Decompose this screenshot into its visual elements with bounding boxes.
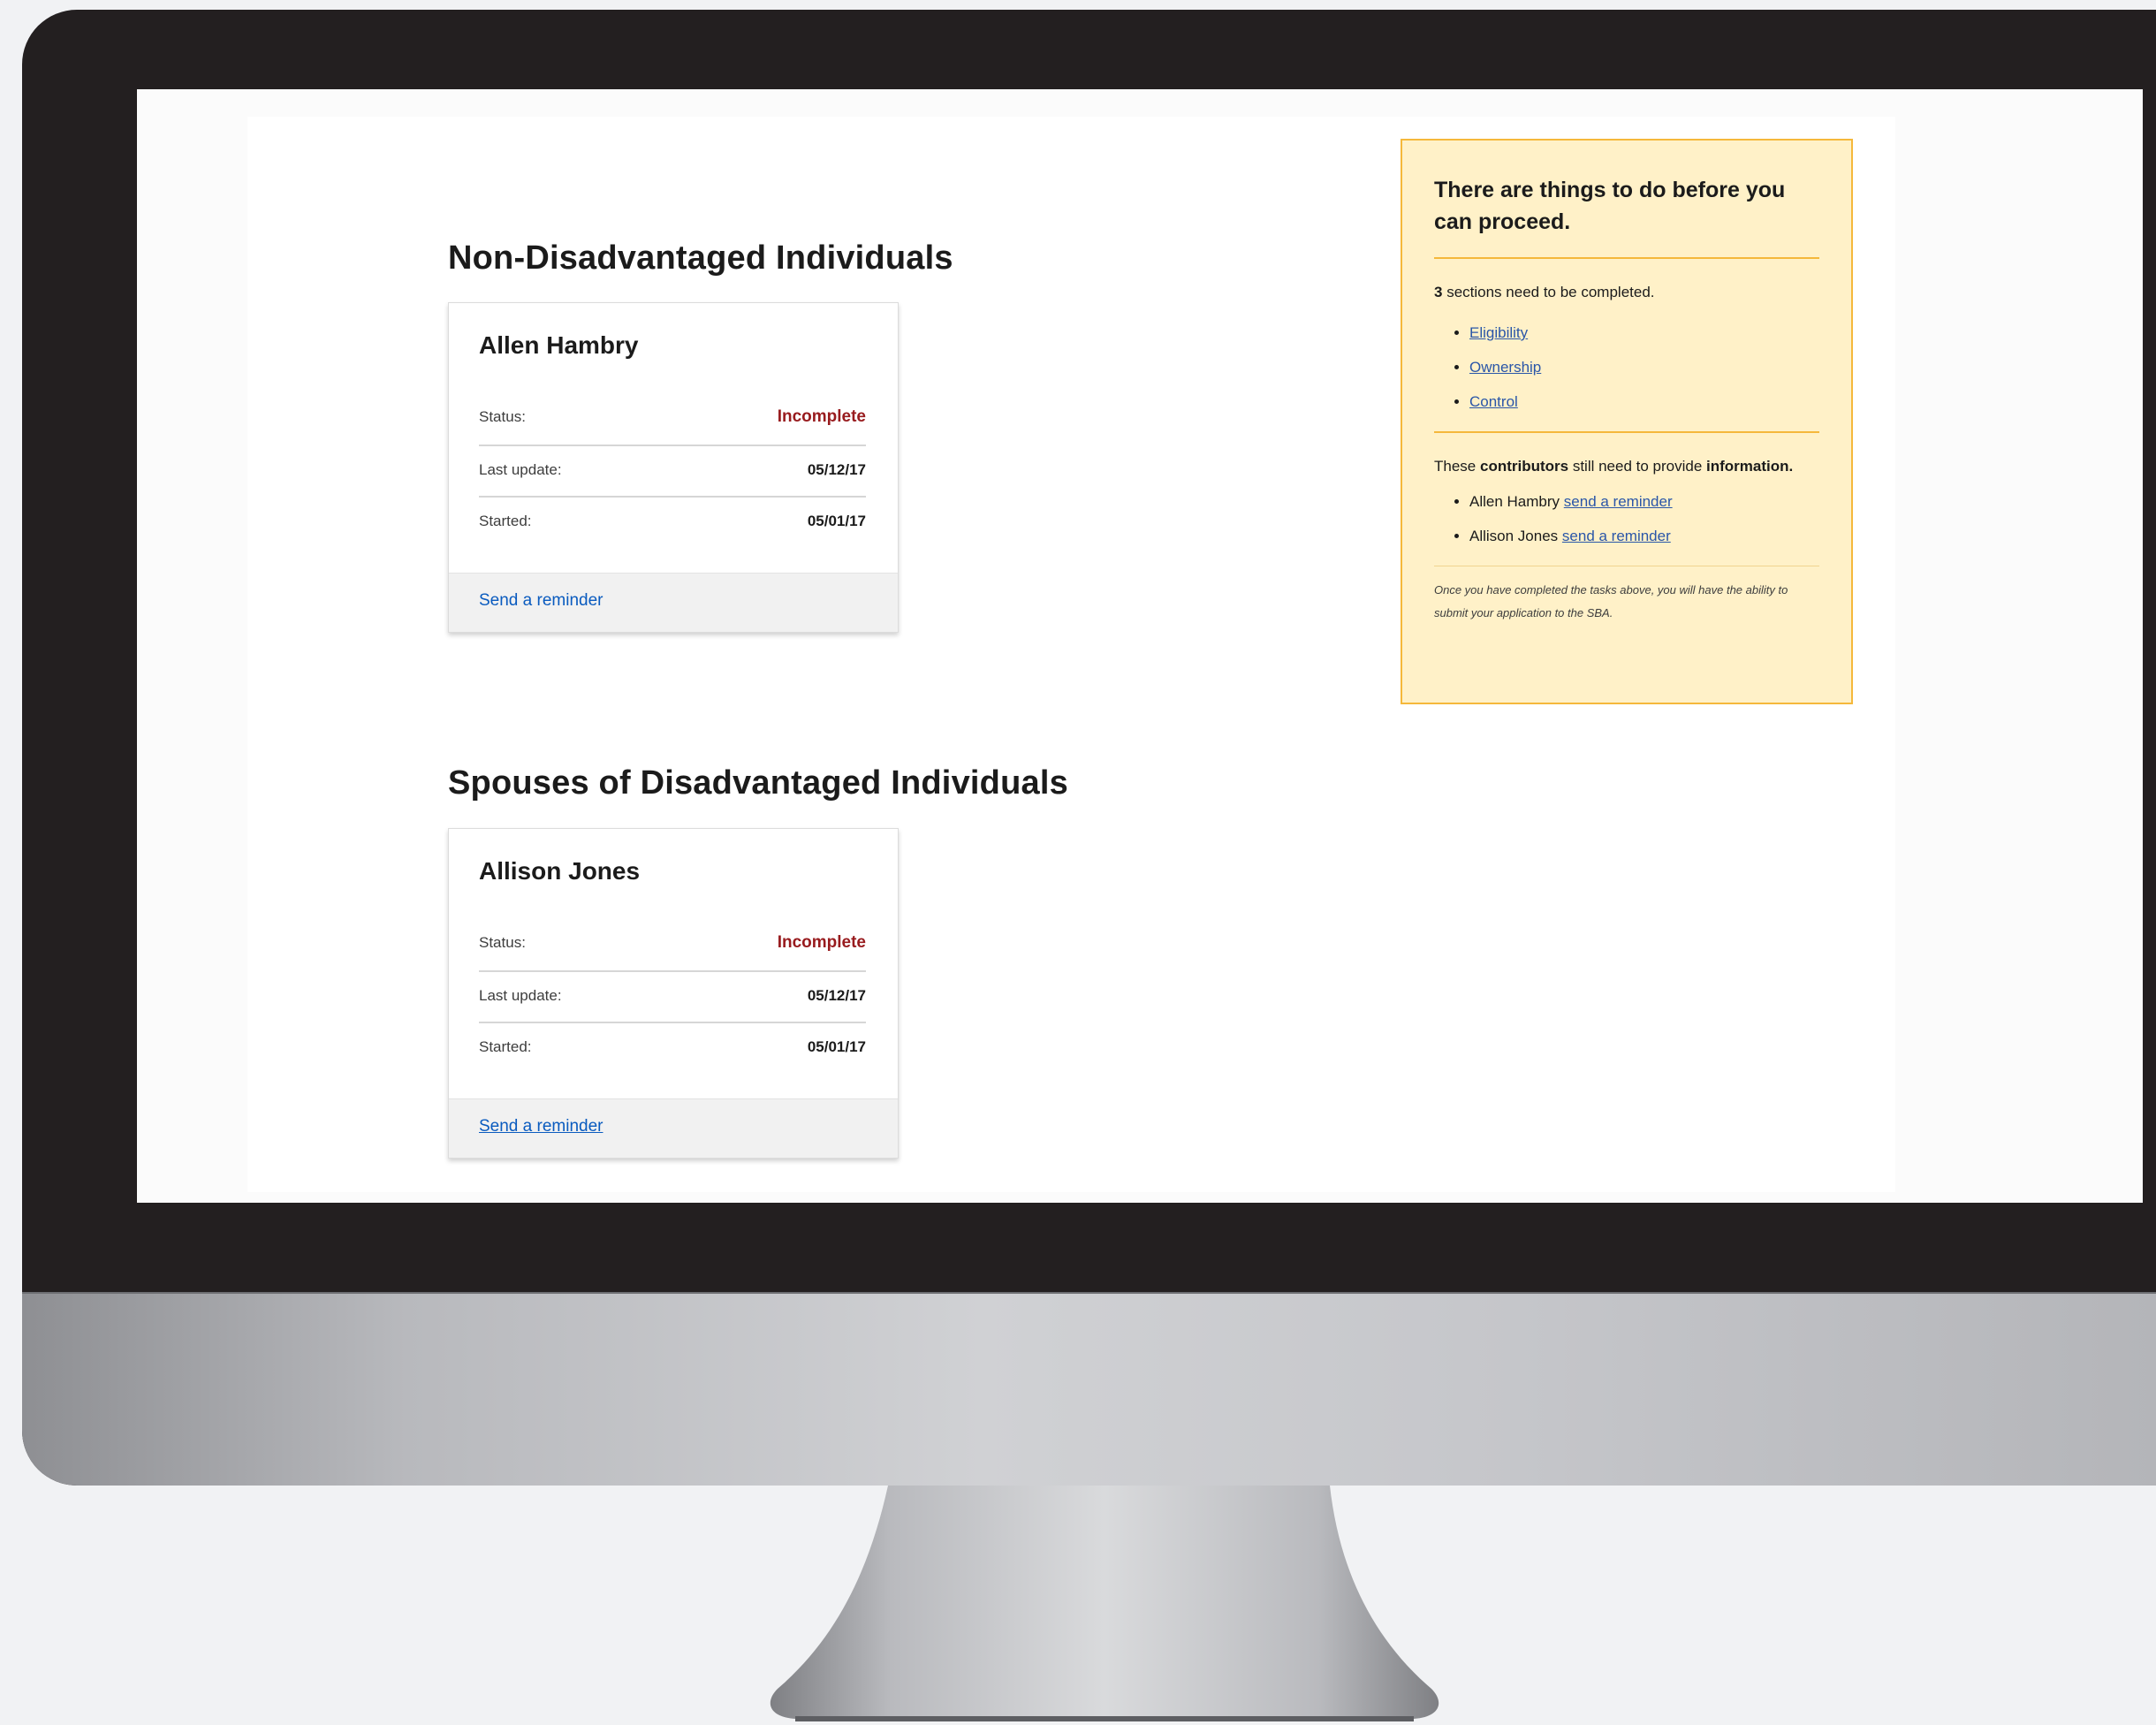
list-item: Allen Hambry send a reminder <box>1469 484 1819 519</box>
control-link[interactable]: Control <box>1469 393 1518 410</box>
alert-title: There are things to do before you can pr… <box>1434 178 1786 234</box>
contributor-card-allison-jones: Allison Jones Status: Incomplete Last up… <box>448 828 899 1159</box>
started-row: Started: 05/01/17 <box>479 496 866 547</box>
status-label: Status: <box>479 408 526 425</box>
contributors-bold: contributors <box>1479 458 1569 475</box>
section-title-spouses: Spouses of Disadvantaged Individuals <box>448 764 1068 802</box>
last-update-value: 05/12/17 <box>807 987 866 1004</box>
send-reminder-link[interactable]: send a reminder <box>1564 493 1673 510</box>
monitor-stand <box>770 1486 1439 1721</box>
page: Non-Disadvantaged Individuals Allen Hamb… <box>247 117 1895 1192</box>
monitor-chin <box>22 1292 2156 1486</box>
status-row: Status: Incomplete <box>479 391 866 443</box>
card-footer: Send a reminder <box>449 573 898 632</box>
send-reminder-link[interactable]: Send a reminder <box>479 591 603 611</box>
status-row: Status: Incomplete <box>479 917 866 969</box>
contributor-name: Allen Hambry <box>479 331 639 359</box>
alert-divider <box>1434 431 1819 433</box>
list-item: Control <box>1469 384 1819 419</box>
sections-needed-label: sections need to be completed. <box>1442 284 1655 300</box>
sections-needed-text: 3 sections need to be completed. <box>1434 280 1819 305</box>
screen: Non-Disadvantaged Individuals Allen Hamb… <box>137 89 2143 1203</box>
list-item: Ownership <box>1469 350 1819 384</box>
section-title-non-disadvantaged: Non-Disadvantaged Individuals <box>448 239 953 277</box>
information-bold: information. <box>1706 458 1794 475</box>
monitor: Non-Disadvantaged Individuals Allen Hamb… <box>22 10 2156 1486</box>
started-value: 05/01/17 <box>807 513 866 529</box>
started-value: 05/01/17 <box>807 1038 866 1055</box>
alert-divider <box>1434 257 1819 259</box>
started-label: Started: <box>479 513 532 529</box>
eligibility-link[interactable]: Eligibility <box>1469 324 1528 341</box>
todo-alert: There are things to do before you can pr… <box>1401 139 1853 704</box>
contributor-name: Allison Jones <box>1469 528 1559 544</box>
list-item: Allison Jones send a reminder <box>1469 519 1819 553</box>
contributor-name: Allen Hambry <box>1469 493 1560 510</box>
card-footer: Send a reminder <box>449 1098 898 1158</box>
contributors-list: Allen Hambry send a reminder Allison Jon… <box>1434 484 1819 553</box>
status-badge: Incomplete <box>777 407 866 426</box>
started-label: Started: <box>479 1038 532 1055</box>
started-row: Started: 05/01/17 <box>479 1022 866 1073</box>
send-reminder-link[interactable]: Send a reminder <box>479 1117 603 1136</box>
last-update-label: Last update: <box>479 461 562 478</box>
last-update-label: Last update: <box>479 987 562 1004</box>
last-update-value: 05/12/17 <box>807 461 866 478</box>
last-update-row: Last update: 05/12/17 <box>479 445 866 496</box>
status-badge: Incomplete <box>777 933 866 952</box>
ownership-link[interactable]: Ownership <box>1469 359 1541 376</box>
contributors-suffix: still need to provide <box>1568 458 1707 475</box>
contributors-text: These contributors still need to provide… <box>1434 454 1819 479</box>
send-reminder-link[interactable]: send a reminder <box>1562 528 1671 544</box>
last-update-row: Last update: 05/12/17 <box>479 970 866 1022</box>
section-links-list: Eligibility Ownership Control <box>1434 315 1819 419</box>
alert-note: Once you have completed the tasks above,… <box>1434 583 1788 619</box>
contributors-prefix: These <box>1434 458 1480 475</box>
status-label: Status: <box>479 934 526 951</box>
contributor-name: Allison Jones <box>479 857 641 885</box>
contributor-card-allen-hambry: Allen Hambry Status: Incomplete Last upd… <box>448 302 899 633</box>
list-item: Eligibility <box>1469 315 1819 350</box>
